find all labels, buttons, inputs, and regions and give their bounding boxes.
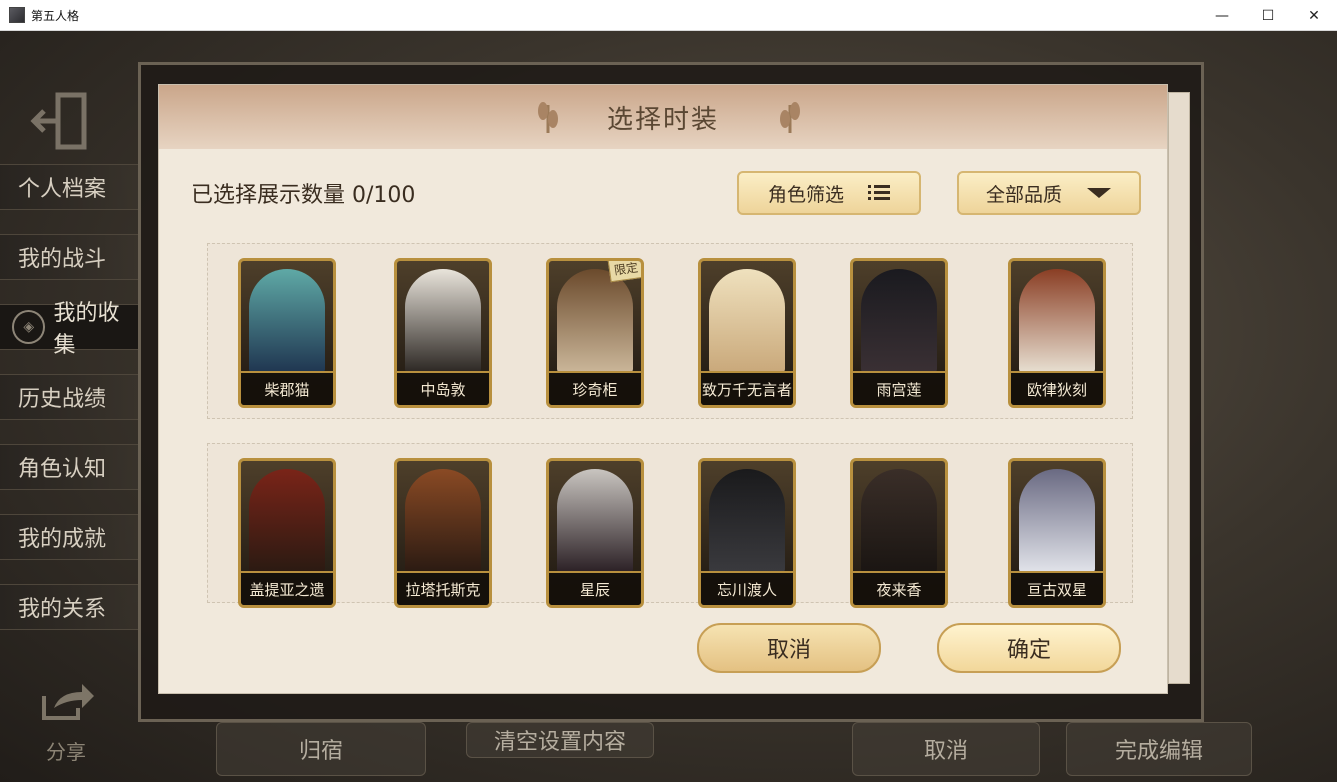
costume-portrait xyxy=(557,469,633,573)
costume-row-2: 盖提亚之遗 拉塔托斯克 星辰 忘川渡人 夜来香 亘古双星 xyxy=(207,443,1133,608)
costume-portrait xyxy=(709,469,785,573)
side-item-battle[interactable]: 我的战斗 xyxy=(0,234,140,280)
costume-name: 亘古双星 xyxy=(1011,571,1103,605)
costume-card-cheshire-cat[interactable]: 柴郡猫 xyxy=(238,258,336,408)
quality-filter-label: 全部品质 xyxy=(985,183,1062,206)
app-icon xyxy=(9,7,25,23)
costume-name: 欧律狄刻 xyxy=(1011,371,1103,405)
list-icon xyxy=(868,185,890,200)
costume-card-eurydice[interactable]: 欧律狄刻 xyxy=(1008,258,1106,408)
dialog-title: 选择时装 xyxy=(606,104,719,135)
dialog-header: 选择时装 xyxy=(159,85,1167,149)
quality-filter-dropdown[interactable]: 全部品质 xyxy=(957,171,1141,215)
costume-select-dialog: 选择时装 已选择展示数量 0/100 角色筛选 全部品质 柴郡猫 中岛敦 限定 … xyxy=(158,84,1168,694)
costume-portrait xyxy=(709,269,785,373)
selected-count: 已选择展示数量 0/100 xyxy=(191,183,416,208)
laurel-right-icon xyxy=(780,102,800,133)
bg-button-cancel: 取消 xyxy=(852,722,1040,776)
costume-portrait xyxy=(1019,469,1095,573)
bg-button-clear: 清空设置内容 xyxy=(466,722,654,758)
side-item-role-cognition[interactable]: 角色认知 xyxy=(0,444,140,490)
shield-icon: ◈ xyxy=(12,310,46,344)
share-icon[interactable] xyxy=(38,682,96,722)
costume-portrait xyxy=(861,469,937,573)
bg-button-destination: 归宿 xyxy=(216,722,426,776)
costume-portrait xyxy=(249,469,325,573)
side-item-profile[interactable]: 个人档案 xyxy=(0,164,140,210)
costume-name: 拉塔托斯克 xyxy=(397,571,489,605)
costume-name: 雨宫莲 xyxy=(853,371,945,405)
costume-portrait xyxy=(1019,269,1095,373)
maximize-button[interactable]: ☐ xyxy=(1245,0,1291,31)
chevron-down-icon xyxy=(1087,188,1111,198)
costume-name: 忘川渡人 xyxy=(701,571,793,605)
share-label: 分享 xyxy=(46,740,86,764)
costume-card-to-the-voiceless[interactable]: 致万千无言者 xyxy=(698,258,796,408)
costume-portrait xyxy=(557,269,633,373)
side-item-label: 历史战绩 xyxy=(18,387,107,412)
costume-portrait xyxy=(405,469,481,573)
dialog-page-edge xyxy=(1168,92,1190,684)
side-menu: 个人档案 我的战斗 ◈ 我的收集 历史战绩 角色认知 我的成就 我的关系 xyxy=(0,164,140,654)
costume-name: 夜来香 xyxy=(853,571,945,605)
side-item-label: 我的关系 xyxy=(18,597,107,622)
side-item-relations[interactable]: 我的关系 xyxy=(0,584,140,630)
exit-icon[interactable] xyxy=(28,89,92,153)
costume-portrait xyxy=(405,269,481,373)
costume-name: 珍奇柜 xyxy=(549,371,641,405)
side-item-history[interactable]: 历史战绩 xyxy=(0,374,140,420)
costume-card-ferryman[interactable]: 忘川渡人 xyxy=(698,458,796,608)
window-titlebar: 第五人格 — ☐ ✕ xyxy=(0,0,1337,31)
side-item-achievement[interactable]: 我的成就 xyxy=(0,514,140,560)
costume-name: 柴郡猫 xyxy=(241,371,333,405)
laurel-left-icon xyxy=(538,102,558,133)
costume-name: 中岛敦 xyxy=(397,371,489,405)
side-item-label: 个人档案 xyxy=(18,177,107,202)
side-item-label: 我的收集 xyxy=(53,301,120,358)
bg-button-finish-edit: 完成编辑 xyxy=(1066,722,1252,776)
costume-card-night-jasmine[interactable]: 夜来香 xyxy=(850,458,948,608)
costume-card-stars[interactable]: 星辰 xyxy=(546,458,644,608)
close-button[interactable]: ✕ xyxy=(1291,0,1337,31)
costume-card-nakajima-atsushi[interactable]: 中岛敦 xyxy=(394,258,492,408)
role-filter-label: 角色筛选 xyxy=(767,183,844,206)
costume-name: 致万千无言者 xyxy=(701,371,793,405)
side-item-collection[interactable]: ◈ 我的收集 xyxy=(0,301,140,358)
costume-portrait xyxy=(249,269,325,373)
side-item-label: 角色认知 xyxy=(18,457,107,482)
costume-card-ratatoskr[interactable]: 拉塔托斯克 xyxy=(394,458,492,608)
costume-card-amamiya-ren[interactable]: 雨宫莲 xyxy=(850,258,948,408)
costume-card-goetia-legacy[interactable]: 盖提亚之遗 xyxy=(238,458,336,608)
cancel-button[interactable]: 取消 xyxy=(697,623,881,673)
side-item-label: 我的战斗 xyxy=(18,247,107,272)
costume-name: 星辰 xyxy=(549,571,641,605)
costume-card-cabinet[interactable]: 限定 珍奇柜 xyxy=(546,258,644,408)
minimize-button[interactable]: — xyxy=(1199,0,1245,31)
confirm-button[interactable]: 确定 xyxy=(937,623,1121,673)
window-title: 第五人格 xyxy=(31,8,80,23)
role-filter-button[interactable]: 角色筛选 xyxy=(737,171,921,215)
costume-portrait xyxy=(861,269,937,373)
side-item-label: 我的成就 xyxy=(18,527,107,552)
costume-name: 盖提亚之遗 xyxy=(241,571,333,605)
costume-card-eternal-twin-stars[interactable]: 亘古双星 xyxy=(1008,458,1106,608)
limited-badge: 限定 xyxy=(607,261,641,283)
costume-row-1: 柴郡猫 中岛敦 限定 珍奇柜 致万千无言者 雨宫莲 欧律狄刻 xyxy=(207,243,1133,419)
